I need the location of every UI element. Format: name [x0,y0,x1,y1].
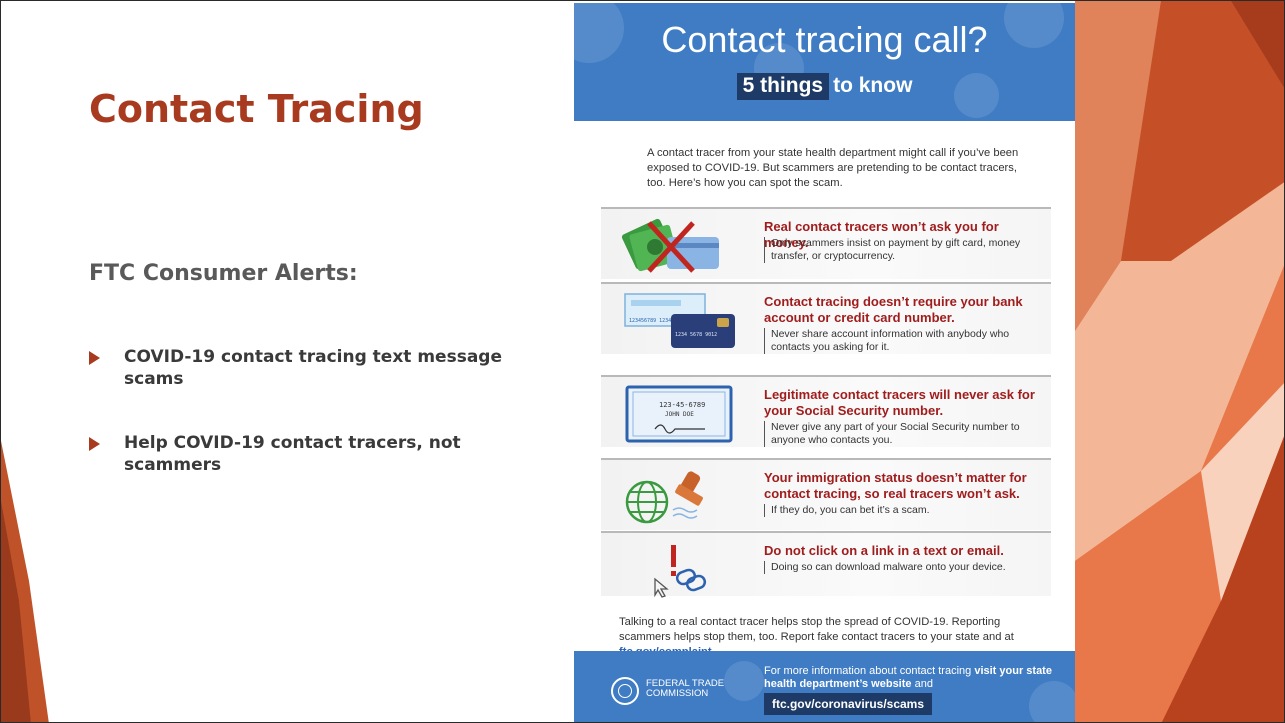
five-things-highlight: 5 things [736,73,830,100]
check-number-text: 123456789 1234 [629,318,671,324]
ssn-name-text: JOHN DOE [665,411,694,418]
poster-title: Contact tracing call? [661,19,988,60]
money-cross-icon [621,218,719,273]
bullet-arrow-icon [89,351,100,365]
item-headline: Do not click on a link in a text or emai… [764,543,1004,558]
ssn-number-text: 123-45-6789 [659,401,705,409]
item-headline: Legitimate contact tracers will never as… [764,387,1035,418]
item-body: Never share account information with any… [764,328,1024,354]
bullet-item[interactable]: Help COVID-19 contact tracers, not scamm… [89,432,509,476]
slide-title: Contact Tracing [89,87,424,131]
bullet-item[interactable]: COVID-19 contact tracing text message sc… [89,346,509,390]
bullet-text[interactable]: Help COVID-19 contact tracers, not scamm… [124,432,509,476]
social-security-card-icon: 123-45-6789 JOHN DOE [625,385,733,443]
bullet-list: COVID-19 contact tracing text message sc… [89,346,509,518]
more-info-text: For more information about contact traci… [764,665,1052,690]
ftc-poster-image: Contact tracing call? 5 things to know A … [574,3,1075,722]
link-warning-icon [654,545,707,598]
poster-intro: A contact tracer from your state health … [647,147,1019,189]
agency-name: FEDERAL TRADE COMMISSION [646,678,725,699]
card-number-text: 1234 5678 9012 [675,332,717,338]
scams-url-box: ftc.gov/coronavirus/scams [764,693,932,715]
bullet-text[interactable]: COVID-19 contact tracing text message sc… [124,346,509,390]
item-body: Only scammers insist on payment by gift … [764,237,1024,263]
poster-item: 123456789 1234 1234 5678 9012 Contact tr… [601,282,1051,354]
poster-subtitle-rest: to know [833,74,913,97]
item-body: If they do, you can bet it’s a scam. [764,504,1024,517]
bullet-arrow-icon [89,437,100,451]
check-card-icon: 123456789 1234 1234 5678 9012 [624,293,735,348]
ftc-seal-icon [611,677,639,705]
virus-decoration [724,661,764,701]
item-headline: Your immigration status doesn’t matter f… [764,470,1027,501]
poster-footer: FEDERAL TRADE COMMISSION For more informa… [574,651,1075,722]
item-headline: Contact tracing doesn’t require your ban… [764,294,1023,325]
item-body: Never give any part of your Social Secur… [764,421,1024,447]
poster-header: Contact tracing call? 5 things to know [574,3,1075,121]
poster-item: Your immigration status doesn’t matter f… [601,458,1051,530]
item-body: Doing so can download malware onto your … [764,561,1024,574]
poster-item: 123-45-6789 JOHN DOE Legitimate contact … [601,375,1051,447]
poster-item: Real contact tracers won’t ask you for m… [601,207,1051,279]
poster-subtitle: 5 things to know [574,73,1075,100]
slide-subtitle: FTC Consumer Alerts: [89,261,358,286]
slide: Contact Tracing FTC Consumer Alerts: COV… [0,0,1285,723]
globe-stamp-icon [625,471,703,524]
poster-item: Do not click on a link in a text or emai… [601,531,1051,598]
